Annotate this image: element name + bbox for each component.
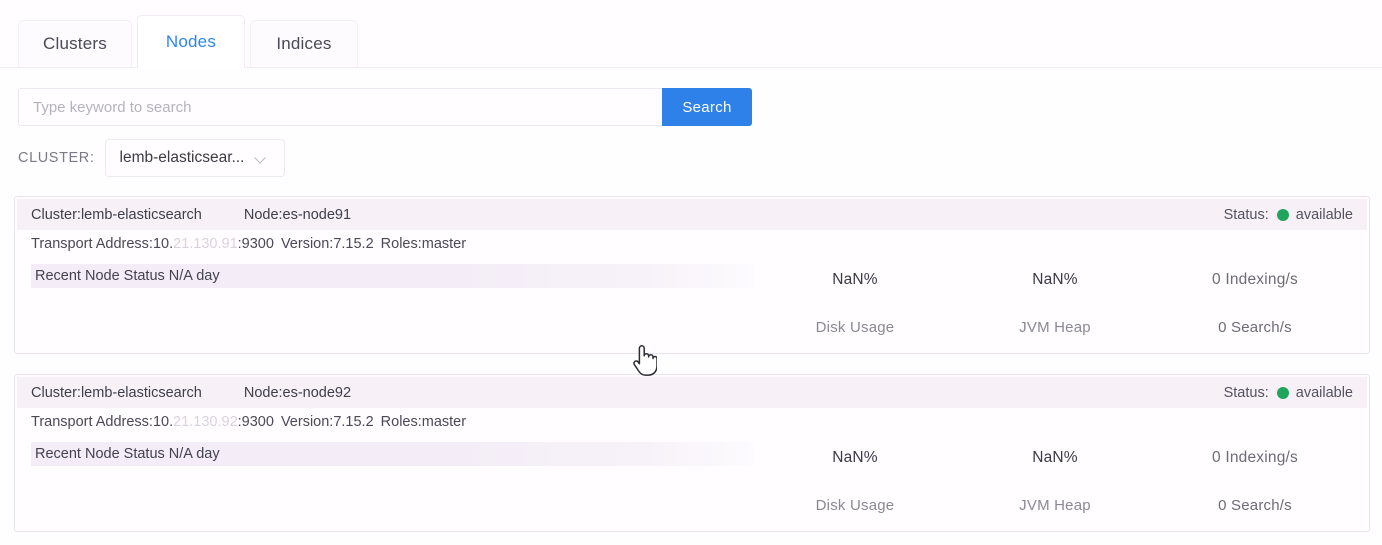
metric-jvm-heap-value: NaN% [1032, 271, 1078, 289]
tab-indices-label: Indices [276, 34, 331, 54]
node-card-body: Recent Node Status N/A day NaN% Disk Usa… [17, 436, 1367, 529]
node-card-header: Cluster:lemb-elasticsearch Node:es-node9… [17, 377, 1367, 408]
metric-disk-usage-label: Disk Usage [816, 319, 895, 336]
metric-disk-usage: NaN% Disk Usage [755, 436, 955, 529]
status-label: Status: [1224, 207, 1269, 223]
node-version: Version:7.15.2 [281, 236, 374, 252]
node-meta-row: Transport Address:10.21.130.91:9300 Vers… [17, 230, 1367, 258]
status-label: Status: [1224, 385, 1269, 401]
node-name: Node:es-node91 [244, 207, 351, 223]
tab-clusters[interactable]: Clusters [18, 20, 132, 67]
metric-jvm-heap-label: JVM Heap [1019, 497, 1091, 514]
metric-disk-usage-value: NaN% [832, 449, 878, 467]
node-transport-masked: 21.130.92 [173, 414, 238, 430]
cluster-select-value: lemb-elasticsear... [120, 149, 245, 167]
node-card-body: Recent Node Status N/A day NaN% Disk Usa… [17, 258, 1367, 351]
tab-clusters-label: Clusters [43, 34, 107, 54]
node-metrics: NaN% Disk Usage NaN% JVM Heap 0 Indexing… [755, 258, 1355, 351]
node-cluster-name: Cluster:lemb-elasticsearch [31, 385, 202, 401]
cluster-filter-row: CLUSTER: lemb-elasticsear... [18, 139, 285, 177]
status-value: available [1296, 207, 1353, 223]
node-roles: Roles:master [381, 414, 466, 430]
search-button[interactable]: Search [662, 88, 752, 126]
metric-search-rate: 0 Search/s [1218, 497, 1292, 514]
metric-disk-usage-value: NaN% [832, 271, 878, 289]
recent-node-status-text: Recent Node Status N/A day [35, 446, 220, 462]
node-card[interactable]: Cluster:lemb-elasticsearch Node:es-node9… [17, 199, 1367, 351]
metric-throughput: 0 Indexing/s 0 Search/s [1155, 436, 1355, 529]
search-row: Search [18, 88, 752, 126]
node-card-header: Cluster:lemb-elasticsearch Node:es-node9… [17, 199, 1367, 230]
node-version: Version:7.15.2 [281, 414, 374, 430]
node-card-list: Cluster:lemb-elasticsearch Node:es-node9… [14, 196, 1370, 545]
node-status: Status: available [1224, 207, 1353, 223]
node-transport-masked: 21.130.91 [173, 236, 238, 252]
node-transport-prefix: Transport Address:10. [31, 236, 173, 252]
metric-jvm-heap-label: JVM Heap [1019, 319, 1091, 336]
node-name: Node:es-node92 [244, 385, 351, 401]
metric-search-rate: 0 Search/s [1218, 319, 1292, 336]
metric-throughput: 0 Indexing/s 0 Search/s [1155, 258, 1355, 351]
node-status: Status: available [1224, 385, 1353, 401]
status-dot-icon [1277, 387, 1289, 399]
metric-jvm-heap: NaN% JVM Heap [955, 258, 1155, 351]
node-metrics: NaN% Disk Usage NaN% JVM Heap 0 Indexing… [755, 436, 1355, 529]
node-card[interactable]: Cluster:lemb-elasticsearch Node:es-node9… [17, 377, 1367, 529]
tab-bar: Clusters Nodes Indices [0, 0, 1382, 68]
metric-disk-usage: NaN% Disk Usage [755, 258, 955, 351]
node-cluster-name: Cluster:lemb-elasticsearch [31, 207, 202, 223]
status-dot-icon [1277, 209, 1289, 221]
recent-node-status-text: Recent Node Status N/A day [35, 268, 220, 284]
tab-nodes[interactable]: Nodes [137, 15, 245, 67]
chevron-down-icon [256, 153, 267, 164]
recent-node-status-bar: Recent Node Status N/A day [31, 442, 754, 466]
node-monitoring-page: Clusters Nodes Indices Search CLUSTER: l… [0, 0, 1382, 545]
search-input[interactable] [18, 88, 662, 126]
tab-indices[interactable]: Indices [250, 20, 358, 67]
tab-nodes-label: Nodes [166, 32, 216, 52]
metric-indexing-rate: 0 Indexing/s [1212, 449, 1298, 467]
cluster-filter-label: CLUSTER: [18, 150, 95, 166]
node-transport-suffix: :9300 [238, 236, 274, 252]
node-roles: Roles:master [381, 236, 466, 252]
node-meta-row: Transport Address:10.21.130.92:9300 Vers… [17, 408, 1367, 436]
metric-jvm-heap: NaN% JVM Heap [955, 436, 1155, 529]
node-transport-prefix: Transport Address:10. [31, 414, 173, 430]
node-card-wrapper[interactable]: Cluster:lemb-elasticsearch Node:es-node9… [14, 196, 1370, 354]
node-transport-suffix: :9300 [238, 414, 274, 430]
status-value: available [1296, 385, 1353, 401]
metric-disk-usage-label: Disk Usage [816, 497, 895, 514]
node-card-wrapper[interactable]: Cluster:lemb-elasticsearch Node:es-node9… [14, 374, 1370, 532]
metric-jvm-heap-value: NaN% [1032, 449, 1078, 467]
recent-node-status-bar: Recent Node Status N/A day [31, 264, 754, 288]
metric-indexing-rate: 0 Indexing/s [1212, 271, 1298, 289]
cluster-select[interactable]: lemb-elasticsear... [105, 139, 285, 177]
